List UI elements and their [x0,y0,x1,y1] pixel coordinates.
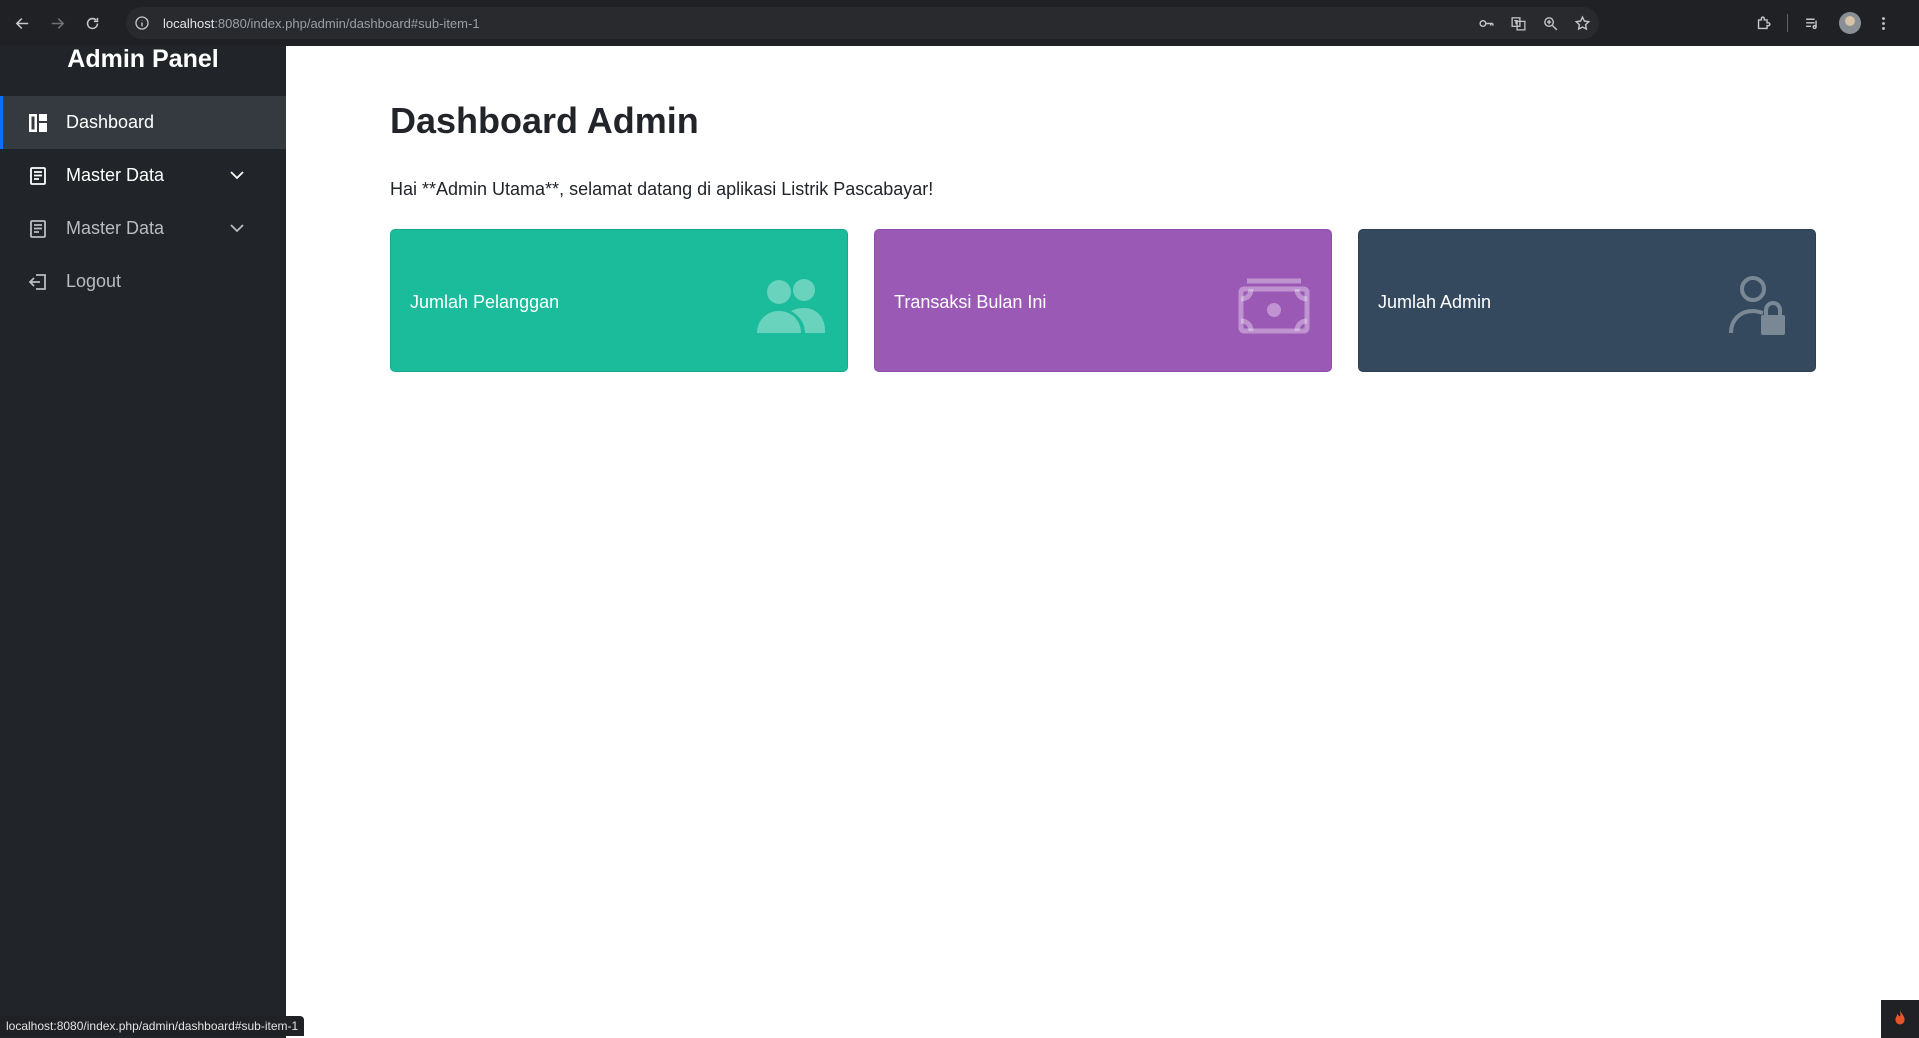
sidebar-item-logout[interactable]: Logout [0,255,286,308]
card-label: Transaksi Bulan Ini [894,291,1047,312]
site-info-icon[interactable] [134,15,150,31]
page-title: Dashboard Admin [390,100,699,141]
browser-toolbar: localhost:8080/index.php/admin/dashboard… [0,0,1919,46]
password-key-icon[interactable] [1477,14,1496,33]
users-icon [753,275,827,337]
welcome-message: Hai **Admin Utama**, selamat datang di a… [390,179,934,199]
sidebar-item-label: Master Data [66,218,165,238]
back-icon[interactable] [11,12,33,34]
address-bar[interactable]: localhost:8080/index.php/admin/dashboard… [126,7,1599,39]
dashboard-icon [28,113,48,133]
zoom-icon[interactable] [1541,14,1560,33]
card-label: Jumlah Pelanggan [410,291,560,312]
card-label: Jumlah Admin [1378,291,1492,312]
admin-lock-icon [1721,275,1795,337]
browser-menu-icon[interactable] [1872,12,1894,34]
chevron-down-icon[interactable] [228,166,246,184]
sidebar-item-master-data[interactable]: Master Data [0,149,286,202]
debug-flame-icon[interactable] [1881,1000,1919,1038]
main-content: Dashboard Admin Hai **Admin Utama**, sel… [286,46,1919,1038]
toolbar-divider [1787,14,1788,32]
sidebar-item-label: Logout [66,271,122,291]
status-bar-url: localhost:8080/index.php/admin/dashboard… [0,1016,305,1036]
document-icon [28,219,48,239]
address-url[interactable]: localhost:8080/index.php/admin/dashboard… [163,16,480,31]
sidebar: Admin Panel Dashboard Master Data Master… [0,45,286,1038]
card-jumlah-pelanggan[interactable]: Jumlah Pelanggan [390,229,848,372]
sidebar-item-label: Dashboard [66,112,155,132]
extensions-puzzle-icon[interactable] [1752,12,1774,34]
reload-icon[interactable] [81,12,103,34]
sidebar-item-dashboard[interactable]: Dashboard [0,96,286,149]
profile-avatar-icon[interactable] [1839,12,1861,34]
url-path: :8080/index.php/admin/dashboard#sub-item… [214,15,480,31]
media-queue-icon[interactable] [1801,12,1823,34]
card-jumlah-admin[interactable]: Jumlah Admin [1358,229,1816,372]
logout-icon [28,272,48,292]
sidebar-item-master-data-2[interactable]: Master Data [0,202,286,255]
forward-icon[interactable] [46,12,68,34]
brand-title: Admin Panel [67,44,219,73]
url-host: localhost [163,15,215,31]
money-icon [1237,275,1311,337]
document-icon [28,166,48,186]
sidebar-item-label: Master Data [66,165,165,185]
card-transaksi-bulan-ini[interactable]: Transaksi Bulan Ini [874,229,1332,372]
sidebar-menu: Dashboard Master Data Master Data Logout [0,96,286,308]
bookmark-star-icon[interactable] [1573,14,1592,33]
translate-icon[interactable] [1509,14,1528,33]
stat-cards: Jumlah Pelanggan Transaksi Bulan Ini Jum… [390,229,1816,372]
chevron-down-icon[interactable] [228,219,246,237]
